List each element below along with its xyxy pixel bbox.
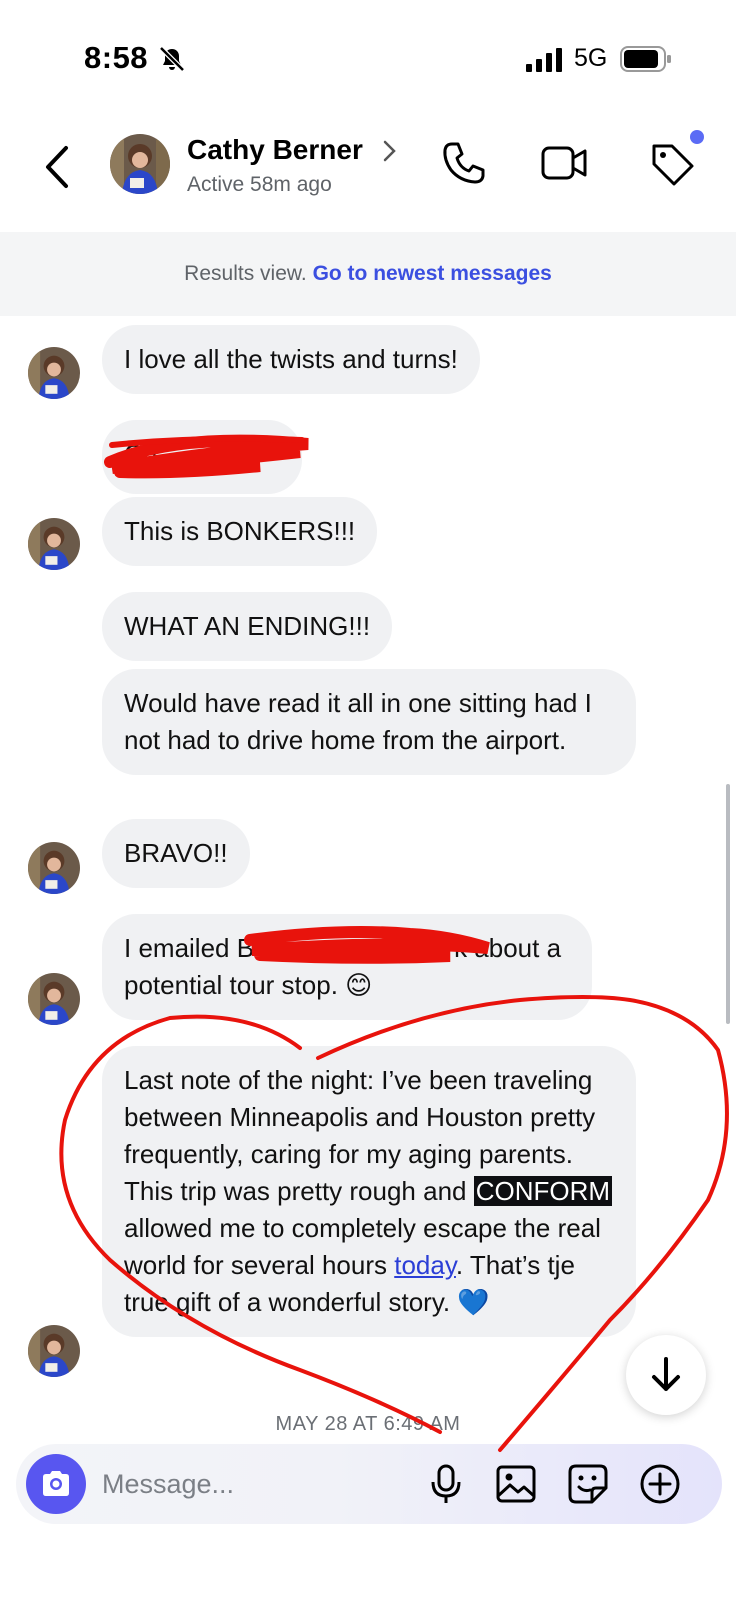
avatar[interactable] (110, 134, 170, 194)
message-text: Would have read it all in one sitting ha… (124, 688, 592, 755)
bell-off-icon (159, 46, 185, 72)
avatar[interactable] (28, 518, 80, 570)
chevron-right-icon[interactable] (382, 138, 398, 164)
message-bubble[interactable]: I love all the twists and turns! (102, 325, 480, 394)
phone-icon[interactable] (438, 138, 488, 188)
highlighted-search-term: CONFORM (473, 1176, 613, 1206)
message-bubble[interactable]: BRAVO!! (102, 819, 250, 888)
message-bubble[interactable]: Would have read it all in one sitting ha… (102, 669, 636, 775)
status-time: 8:58 (84, 40, 149, 75)
status-bar: 8:58 5G (0, 0, 736, 110)
date-link[interactable]: today (394, 1250, 456, 1280)
active-status: Active 58m ago (187, 173, 332, 196)
image-gallery-icon[interactable] (494, 1462, 538, 1506)
message-composer (16, 1444, 722, 1524)
message-bubble[interactable]: Ch (102, 420, 302, 494)
signal-icon (526, 48, 562, 72)
avatar[interactable] (28, 1325, 80, 1377)
go-to-newest-link[interactable]: Go to newest messages (313, 262, 552, 285)
message-bubble[interactable]: Last note of the night: I’ve been travel… (102, 1046, 636, 1337)
results-view-label: Results view. (184, 262, 307, 285)
message-input[interactable] (102, 1460, 392, 1508)
camera-button[interactable] (26, 1454, 86, 1514)
chat-header: Cathy Berner Active 58m ago (0, 118, 736, 228)
avatar[interactable] (28, 973, 80, 1025)
message-bubble[interactable]: WHAT AN ENDING!!! (102, 592, 393, 661)
scroll-to-bottom-button[interactable] (626, 1335, 706, 1415)
avatar[interactable] (28, 347, 80, 399)
network-type: 5G (574, 44, 608, 72)
tag-icon[interactable] (648, 138, 698, 188)
back-button[interactable] (38, 142, 78, 192)
message-text: I love all the twists and turns! (124, 344, 458, 374)
message-timestamp: MAY 28 AT 6:49 AM (275, 1413, 461, 1435)
scrollbar[interactable] (726, 784, 730, 1024)
message-bubble[interactable]: This is BONKERS!!! (102, 497, 378, 566)
message-text: This is BONKERS!!! (124, 516, 356, 546)
avatar-photo (110, 134, 170, 194)
message-text: BRAVO!! (124, 838, 228, 868)
contact-name[interactable]: Cathy Berner (187, 134, 363, 166)
camera-icon (43, 1471, 69, 1496)
battery-icon (620, 46, 671, 72)
sticker-icon[interactable] (566, 1462, 610, 1506)
avatar[interactable] (28, 842, 80, 894)
message-text-part: I emailed B (124, 933, 255, 963)
results-banner: Results view. Go to newest messages (0, 232, 736, 316)
video-camera-icon[interactable] (540, 138, 590, 188)
message-text: Ch (124, 439, 158, 469)
message-text: WHAT AN ENDING!!! (124, 611, 371, 641)
add-icon[interactable] (638, 1462, 682, 1506)
notification-dot (690, 130, 704, 144)
microphone-icon[interactable] (424, 1462, 468, 1506)
message-bubble[interactable]: I emailed Bk about a potential tour stop… (102, 914, 592, 1020)
arrow-down-icon (652, 1357, 680, 1391)
